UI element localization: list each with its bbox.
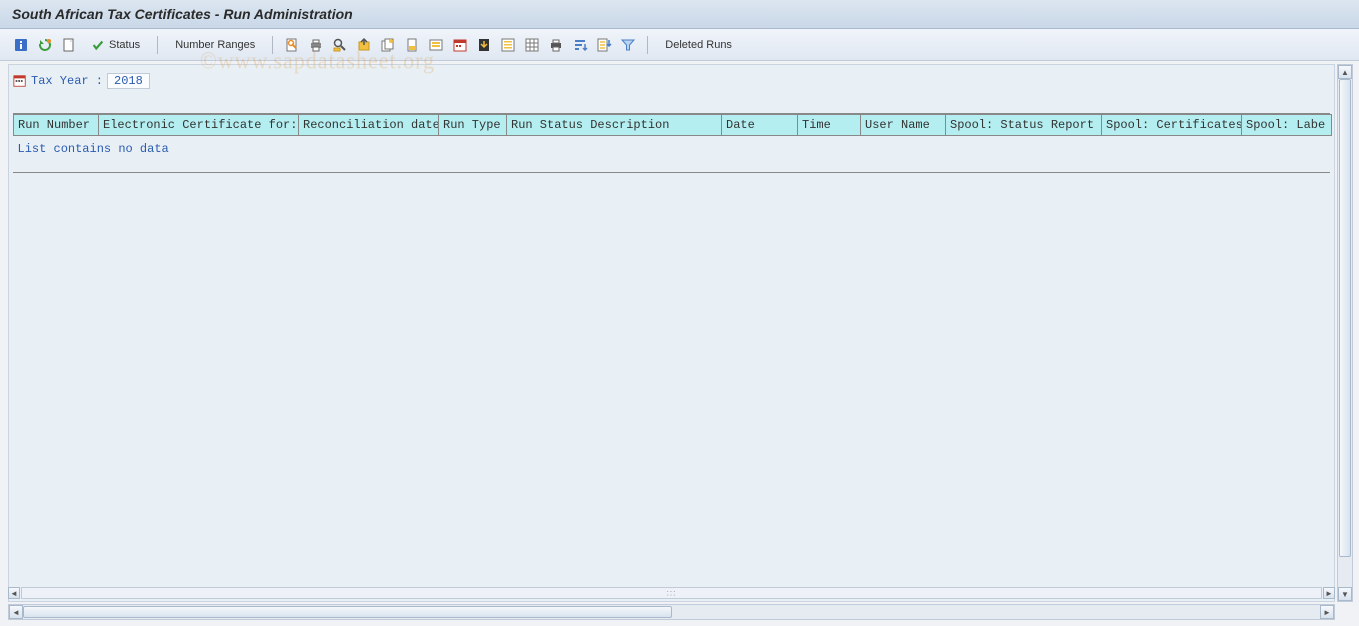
toolbar-separator — [272, 36, 273, 54]
inner-horizontal-scrollbar[interactable]: ◄ ::: ► — [8, 586, 1335, 600]
col-time[interactable]: Time — [798, 115, 861, 136]
col-date[interactable]: Date — [722, 115, 798, 136]
status-button[interactable]: Status — [82, 34, 149, 56]
toolbar-separator — [157, 36, 158, 54]
tax-year-row: Tax Year : 2018 — [9, 65, 1334, 93]
find-icon[interactable] — [329, 35, 351, 55]
empty-message: List contains no data — [14, 136, 1332, 173]
sort-desc-icon[interactable] — [593, 35, 615, 55]
col-run-status[interactable]: Run Status Description — [507, 115, 722, 136]
vertical-scrollbar[interactable]: ▲ ▼ — [1337, 64, 1353, 602]
content-area: Tax Year : 2018 Run Number Electronic Ce… — [8, 64, 1335, 602]
table-empty-row: List contains no data — [14, 136, 1332, 173]
export-icon[interactable] — [353, 35, 375, 55]
deleted-runs-button[interactable]: Deleted Runs — [656, 34, 741, 56]
calendar-icon[interactable] — [449, 35, 471, 55]
col-spool-label[interactable]: Spool: Labe — [1242, 115, 1332, 136]
runs-table: Run Number Electronic Certificate for: R… — [13, 114, 1332, 172]
scroll-right-icon[interactable]: ► — [1320, 605, 1334, 619]
col-spool-certificates[interactable]: Spool: Certificates — [1102, 115, 1242, 136]
tax-year-value: 2018 — [107, 73, 150, 89]
refresh-icon[interactable] — [34, 35, 56, 55]
print-preview-icon[interactable] — [545, 35, 567, 55]
col-reconciliation-date[interactable]: Reconciliation date — [299, 115, 439, 136]
horizontal-scrollbar[interactable]: ◄ ► — [8, 604, 1335, 620]
copy-icon[interactable] — [377, 35, 399, 55]
toolbar: Status Number Ranges Deleted Runs — [0, 29, 1359, 61]
number-ranges-label: Number Ranges — [175, 39, 255, 51]
status-button-label: Status — [109, 39, 140, 51]
col-spool-status[interactable]: Spool: Status Report — [946, 115, 1102, 136]
spreadsheet-icon[interactable] — [521, 35, 543, 55]
title-bar: South African Tax Certificates - Run Adm… — [0, 0, 1359, 29]
col-user-name[interactable]: User Name — [861, 115, 946, 136]
create-icon[interactable] — [58, 35, 80, 55]
scroll-thumb[interactable] — [23, 606, 672, 618]
calendar-small-icon — [13, 74, 27, 88]
scroll-track[interactable] — [23, 605, 1320, 619]
tax-year-label: Tax Year : — [31, 74, 103, 88]
table-header-row: Run Number Electronic Certificate for: R… — [14, 115, 1332, 136]
scroll-up-icon[interactable]: ▲ — [1338, 65, 1352, 79]
toolbar-separator — [647, 36, 648, 54]
info-icon[interactable] — [10, 35, 32, 55]
number-ranges-button[interactable]: Number Ranges — [166, 34, 264, 56]
scroll-thumb[interactable] — [1339, 79, 1351, 557]
scroll-track[interactable]: ::: — [21, 587, 1322, 599]
display-icon[interactable] — [281, 35, 303, 55]
scroll-left-icon[interactable]: ◄ — [8, 587, 20, 599]
page-title: South African Tax Certificates - Run Adm… — [12, 6, 353, 22]
selection-icon[interactable] — [425, 35, 447, 55]
print-icon[interactable] — [305, 35, 327, 55]
data-table-wrapper: Run Number Electronic Certificate for: R… — [13, 113, 1330, 173]
sort-asc-icon[interactable] — [569, 35, 591, 55]
filter-icon[interactable] — [617, 35, 639, 55]
deleted-runs-label: Deleted Runs — [665, 39, 732, 51]
list-icon[interactable] — [497, 35, 519, 55]
scroll-left-icon[interactable]: ◄ — [9, 605, 23, 619]
col-run-number[interactable]: Run Number — [14, 115, 99, 136]
col-electronic-cert[interactable]: Electronic Certificate for: — [99, 115, 299, 136]
col-run-type[interactable]: Run Type — [439, 115, 507, 136]
scroll-down-icon[interactable]: ▼ — [1338, 587, 1352, 601]
download-icon[interactable] — [473, 35, 495, 55]
scroll-track[interactable] — [1338, 79, 1352, 587]
attachment-icon[interactable] — [401, 35, 423, 55]
scroll-grip-icon: ::: — [667, 589, 677, 598]
scroll-right-icon[interactable]: ► — [1323, 587, 1335, 599]
